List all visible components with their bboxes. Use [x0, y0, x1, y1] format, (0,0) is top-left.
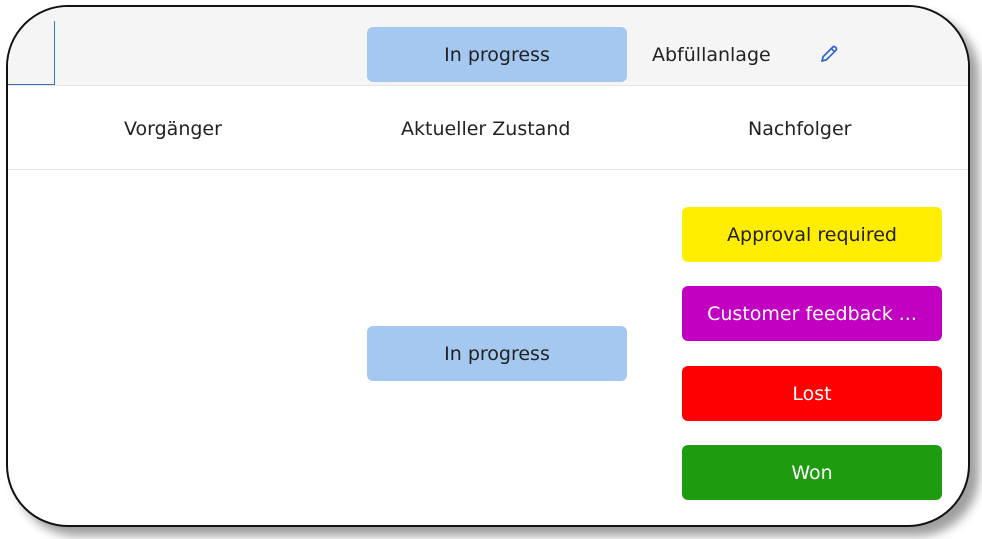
column-headers: Vorgänger Aktueller Zustand Nachfolger [8, 85, 968, 170]
predecessor-column-header: Vorgänger [124, 118, 222, 140]
successor-approval-required[interactable]: Approval required [682, 207, 942, 262]
successor-column-header: Nachfolger [748, 118, 852, 140]
successor-lost[interactable]: Lost [682, 366, 942, 421]
successor-customer-feedback[interactable]: Customer feedback ... [682, 286, 942, 341]
left-field-border [54, 21, 55, 85]
current-state-column-header: Aktueller Zustand [401, 118, 571, 140]
top-bar: In progress Abfüllanlage [8, 7, 968, 86]
successor-label: Lost [792, 382, 832, 405]
successor-label: Customer feedback ... [707, 302, 917, 325]
successor-label: Approval required [727, 223, 897, 246]
record-name: Abfüllanlage [652, 44, 771, 66]
current-status-badge-label: In progress [444, 43, 550, 66]
status-transition-panel: In progress Abfüllanlage Vorgänger Aktue… [6, 5, 970, 527]
successor-label: Won [791, 461, 833, 484]
current-state-label: In progress [444, 342, 550, 365]
current-state-box[interactable]: In progress [367, 326, 627, 381]
pencil-icon[interactable] [819, 44, 839, 64]
successor-won[interactable]: Won [682, 445, 942, 500]
current-status-badge[interactable]: In progress [367, 27, 627, 82]
